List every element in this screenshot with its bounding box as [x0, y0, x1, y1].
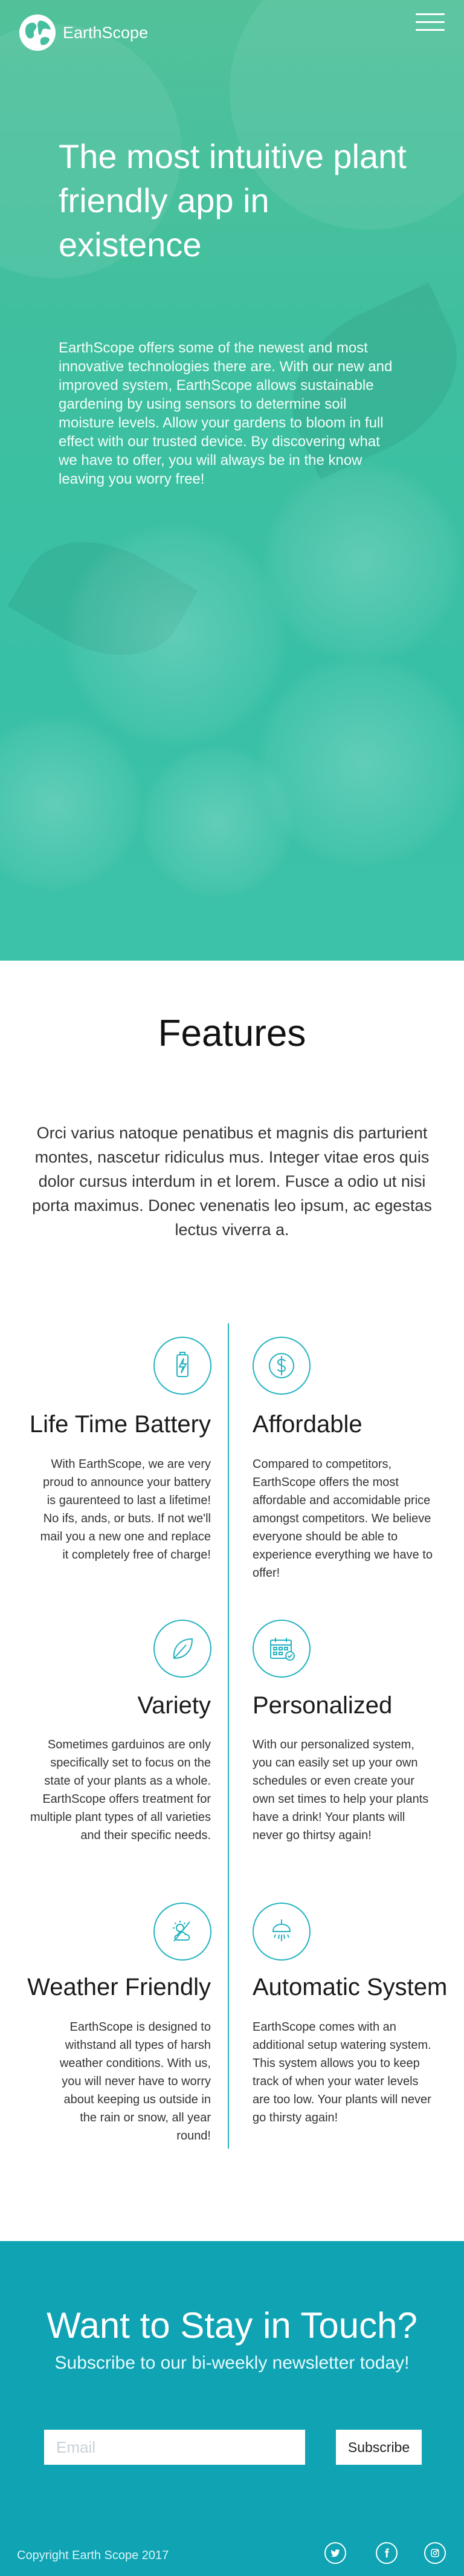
hero-title: The most intuitive plant friendly app in… [59, 137, 407, 264]
feature-title: Variety [137, 1692, 211, 1719]
leaf-icon [153, 1620, 211, 1678]
background-decoration [260, 459, 464, 665]
hamburger-menu-icon[interactable] [416, 13, 445, 34]
feature-title: Affordable [253, 1411, 362, 1438]
features-divider [228, 1323, 229, 2149]
feature-text: With EarthScope, we are very proud to an… [40, 1458, 211, 1562]
subscribe-button[interactable]: Subscribe [336, 2430, 422, 2465]
brand-logo[interactable]: EarthScope [18, 13, 148, 52]
feature-title: Personalized [253, 1692, 393, 1719]
feature-text: Sometimes garduinos are only specificall… [30, 1738, 211, 1842]
email-input[interactable] [44, 2430, 305, 2465]
feature-text: EarthScope is designed to withstand all … [59, 2020, 211, 2143]
battery-icon [153, 1337, 211, 1395]
features-title: Features [158, 1013, 306, 1054]
weather-icon [153, 1903, 211, 1961]
feature-title: Automatic System [253, 1974, 448, 2000]
background-decoration [0, 713, 145, 895]
feature-text: EarthScope comes with an additional setu… [253, 2020, 431, 2124]
brand-name: EarthScope [63, 23, 149, 42]
globe-icon [19, 15, 56, 51]
background-decoration [139, 744, 296, 901]
feature-title: Life Time Battery [29, 1411, 211, 1438]
feature-title: Weather Friendly [27, 1974, 211, 2000]
copyright-text: Copyright Earth Scope 2017 [17, 2549, 169, 2562]
newsletter-title: Want to Stay in Touch? [47, 2305, 417, 2346]
facebook-icon[interactable] [376, 2542, 398, 2564]
newsletter-section: Want to Stay in Touch? Subscribe to our … [0, 2241, 464, 2576]
twitter-icon[interactable] [324, 2542, 346, 2564]
features-section: Features Orci varius natoque penatibus e… [0, 961, 464, 2241]
feature-text: Compared to competitors, EarthScope offe… [253, 1458, 433, 1580]
hero-description: EarthScope offers some of the newest and… [59, 340, 393, 487]
instagram-icon[interactable] [424, 2542, 446, 2564]
dollar-icon [253, 1337, 311, 1395]
feature-text: With our personalized system, you can ea… [253, 1738, 429, 1842]
sprinkler-icon [253, 1903, 311, 1961]
features-intro: Orci varius natoque penatibus et magnis … [32, 1124, 432, 1239]
newsletter-subtitle: Subscribe to our bi-weekly newsletter to… [54, 2353, 410, 2373]
background-decoration [60, 520, 290, 750]
hero-section: EarthScope The most intuitive plant frie… [0, 0, 464, 961]
calendar-icon [253, 1620, 311, 1678]
